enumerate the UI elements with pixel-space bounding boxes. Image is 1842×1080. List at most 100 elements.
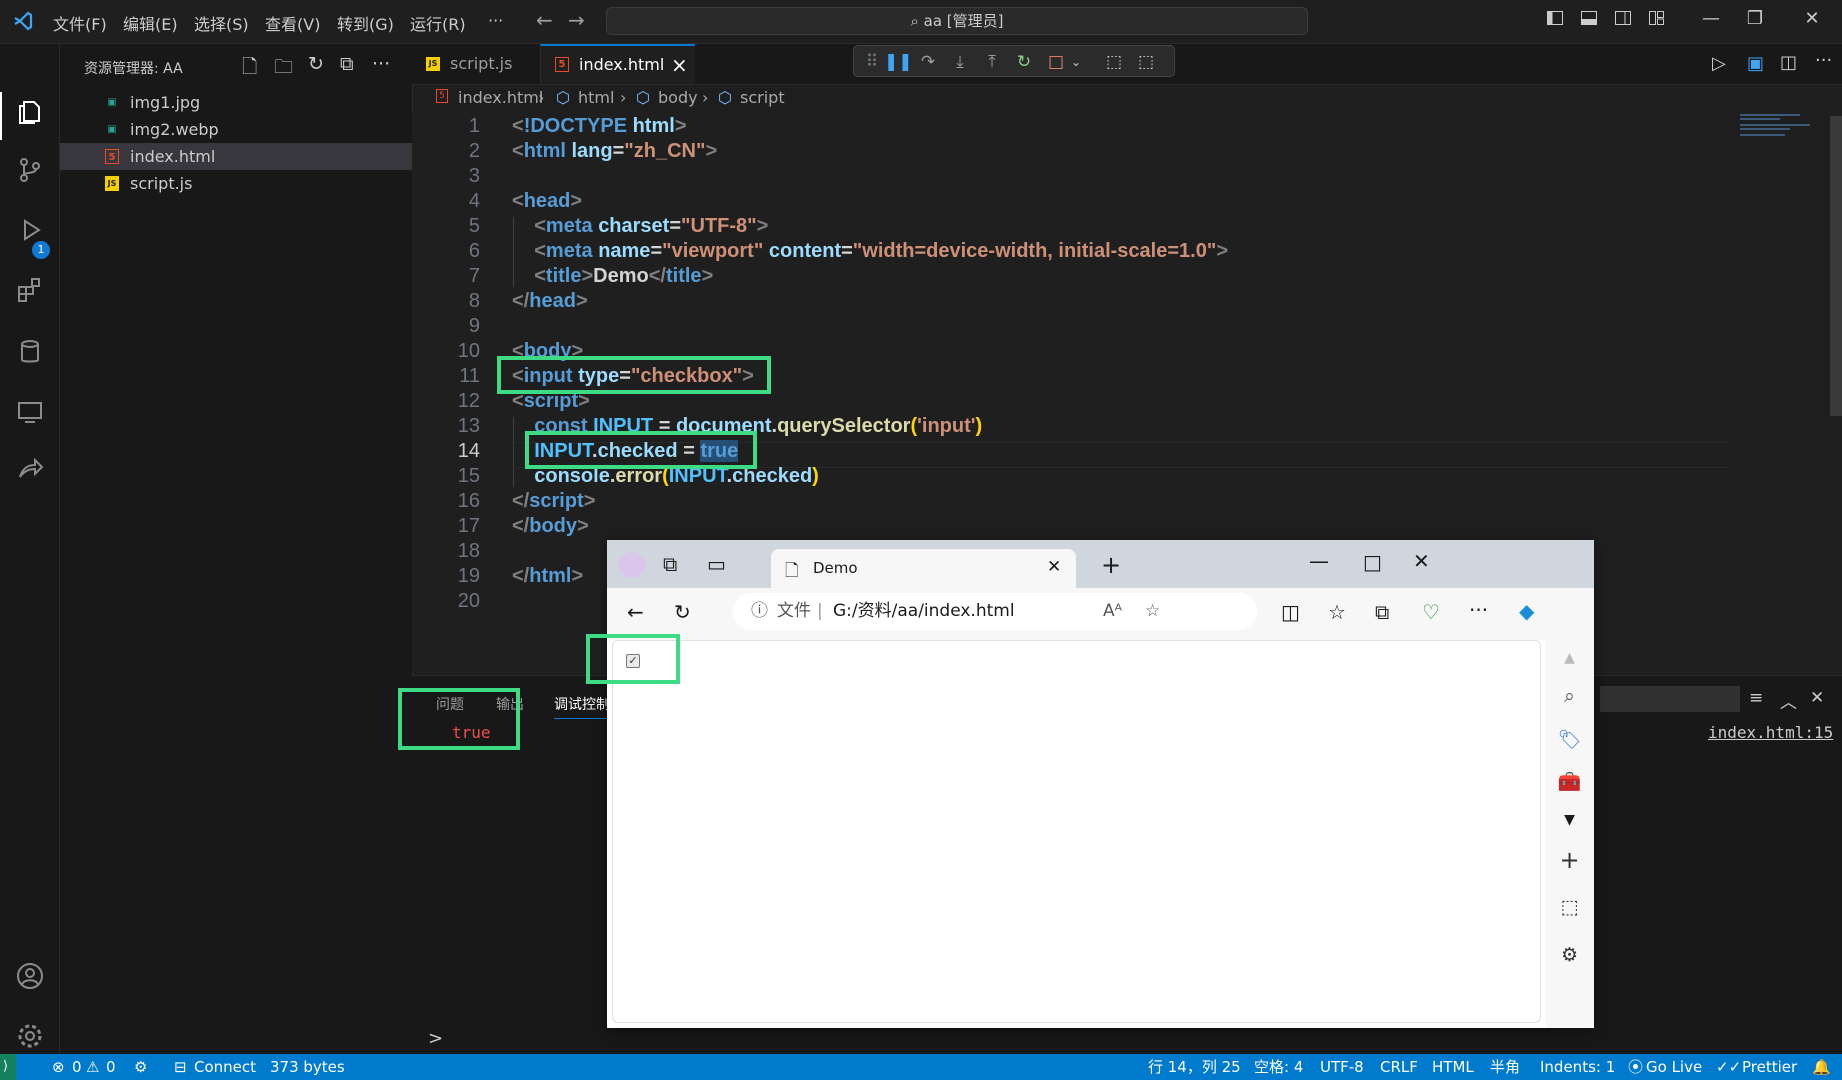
browser-maximize-icon[interactable]: □: [1363, 550, 1382, 574]
notifications-bell-icon[interactable]: 🔔: [1812, 1054, 1831, 1080]
new-tab-icon[interactable]: +: [1101, 551, 1121, 579]
sidebar-add-icon[interactable]: +: [1545, 846, 1594, 874]
menu-go[interactable]: 转到(G): [337, 11, 394, 35]
editor-more-icon[interactable]: ···: [1815, 50, 1832, 71]
menu-view[interactable]: 查看(V): [265, 11, 320, 35]
tab-close-icon[interactable]: ×: [671, 46, 688, 84]
remote-explorer-icon[interactable]: [8, 396, 52, 440]
favorites-icon[interactable]: ☆: [1328, 600, 1346, 624]
error-count[interactable]: 0: [72, 1054, 82, 1080]
console-source-link[interactable]: index.html:15: [1708, 723, 1833, 742]
step-over-icon[interactable]: ↷: [916, 50, 940, 74]
address-bar[interactable]: ⓘ 文件 | G:/资料/aa/index.html Aᴬ ☆: [733, 593, 1257, 630]
language-mode[interactable]: HTML: [1432, 1054, 1474, 1080]
refresh-icon[interactable]: ↻: [308, 53, 324, 75]
database-icon[interactable]: [8, 336, 52, 380]
collections-icon[interactable]: ⧉: [1375, 600, 1389, 624]
drag-handle-icon[interactable]: ⠿: [860, 50, 884, 74]
tab-debug-console[interactable]: 调试控制: [554, 694, 610, 719]
toggle-panel-icon[interactable]: [1578, 9, 1600, 31]
browser-refresh-icon[interactable]: ↻: [674, 600, 691, 624]
breadcrumb-script[interactable]: script: [740, 88, 785, 107]
clear-console-icon[interactable]: ≡: [1749, 688, 1763, 708]
indent-spaces[interactable]: 空格: 4: [1254, 1054, 1303, 1080]
filter-input[interactable]: [1600, 686, 1740, 712]
favorite-star-icon[interactable]: ☆: [1145, 593, 1160, 630]
minimize-icon[interactable]: —: [1700, 8, 1722, 30]
browser-close-icon[interactable]: ✕: [1413, 549, 1430, 573]
maximize-panel-icon[interactable]: ︿: [1780, 688, 1797, 713]
shopping-tag-icon[interactable]: 🏷: [1545, 728, 1594, 751]
split-screen-icon[interactable]: ◫: [1281, 600, 1300, 624]
connect-label[interactable]: Connect: [194, 1054, 256, 1080]
browser-tab-close-icon[interactable]: ✕: [1047, 557, 1061, 577]
restart-icon[interactable]: ↻: [1012, 50, 1036, 74]
indents-label[interactable]: Indents: 1: [1540, 1054, 1615, 1080]
live-share-icon[interactable]: [8, 454, 52, 498]
read-aloud-icon[interactable]: Aᴬ: [1103, 593, 1122, 630]
breadcrumb-html[interactable]: html: [578, 88, 614, 107]
browser-essentials-icon[interactable]: ♡: [1422, 600, 1440, 624]
prettier-label[interactable]: Prettier: [1742, 1054, 1797, 1080]
menu-more[interactable]: ···: [488, 11, 503, 30]
eol-label[interactable]: CRLF: [1380, 1054, 1418, 1080]
sidebar-scroll-up-icon[interactable]: ▲: [1545, 650, 1594, 666]
browser-preview-icon[interactable]: ▣: [1747, 53, 1764, 74]
file-item-index-html[interactable]: 5 index.html: [60, 143, 412, 170]
close-panel-icon[interactable]: ✕: [1810, 688, 1824, 708]
split-editor-icon[interactable]: ◫: [1780, 52, 1797, 73]
warning-count[interactable]: 0: [106, 1054, 116, 1080]
toggle-sidebar-icon[interactable]: [1544, 9, 1566, 31]
debug-status-icon[interactable]: ⚙: [134, 1054, 147, 1080]
menu-selection[interactable]: 选择(S): [194, 11, 249, 35]
screenshot-icon[interactable]: ⬚: [1545, 896, 1594, 918]
sidebar-settings-icon[interactable]: ⚙: [1545, 944, 1594, 966]
pause-icon[interactable]: ❚❚: [884, 50, 913, 74]
inspect-icon[interactable]: ⬚: [1102, 50, 1126, 74]
sidebar-search-icon[interactable]: ⌕: [1545, 685, 1594, 707]
browser-back-icon[interactable]: ←: [627, 600, 644, 624]
menu-run[interactable]: 运行(R): [410, 11, 466, 35]
command-center[interactable]: ⌕ aa [管理员]: [606, 7, 1308, 35]
new-file-icon[interactable]: 🗋: [242, 53, 257, 85]
workspaces-icon[interactable]: ⧉: [663, 552, 677, 576]
back-arrow-icon[interactable]: ←: [536, 8, 553, 32]
close-window-icon[interactable]: ✕: [1801, 8, 1823, 30]
toggle-secondary-sidebar-icon[interactable]: [1612, 9, 1634, 31]
tab-actions-icon[interactable]: ▭: [707, 552, 726, 576]
breadcrumb-body[interactable]: body: [658, 88, 698, 107]
tools-icon[interactable]: 🧰: [1545, 770, 1594, 793]
new-folder-icon[interactable]: 🗀: [274, 53, 293, 85]
breadcrumb-file[interactable]: index.html: [458, 88, 543, 107]
step-out-icon[interactable]: ⤒: [980, 50, 1004, 74]
account-icon[interactable]: [8, 960, 52, 1004]
minimap[interactable]: [1730, 112, 1830, 172]
profile-avatar[interactable]: [619, 552, 645, 578]
browser-menu-icon[interactable]: ···: [1469, 598, 1488, 622]
cursor-position[interactable]: 行 14，列 25: [1148, 1054, 1241, 1080]
encoding-label[interactable]: UTF-8: [1320, 1054, 1364, 1080]
screencast-icon[interactable]: ⬚: [1134, 50, 1158, 74]
step-into-icon[interactable]: ⤓: [948, 50, 972, 74]
tab-index-html[interactable]: 5 index.html ×: [540, 44, 695, 84]
collapse-all-icon[interactable]: ⧉: [340, 53, 354, 75]
more-actions-icon[interactable]: ···: [372, 53, 390, 75]
browser-minimize-icon[interactable]: —: [1309, 549, 1329, 573]
editor-scrollbar[interactable]: [1830, 116, 1842, 416]
width-mode[interactable]: 半角: [1490, 1054, 1520, 1080]
chevron-down-icon[interactable]: ⌄: [1064, 50, 1088, 74]
menu-edit[interactable]: 编辑(E): [123, 11, 178, 35]
customize-layout-icon[interactable]: [1646, 9, 1668, 31]
file-item-script-js[interactable]: JS script.js: [60, 170, 412, 197]
menu-file[interactable]: 文件(F): [53, 11, 107, 35]
source-control-icon[interactable]: [8, 154, 52, 198]
go-live-label[interactable]: Go Live: [1646, 1054, 1702, 1080]
extensions-icon[interactable]: [8, 274, 52, 318]
console-prompt[interactable]: >: [428, 1028, 443, 1049]
run-file-icon[interactable]: ▷: [1712, 53, 1726, 74]
explorer-icon[interactable]: [8, 96, 52, 140]
restore-icon[interactable]: ❐: [1744, 8, 1766, 30]
copilot-icon[interactable]: ◆: [1519, 599, 1534, 623]
browser-tab-demo[interactable]: 🗋 Demo ✕: [771, 549, 1076, 588]
sidebar-dropdown-icon[interactable]: ▼: [1545, 812, 1594, 828]
